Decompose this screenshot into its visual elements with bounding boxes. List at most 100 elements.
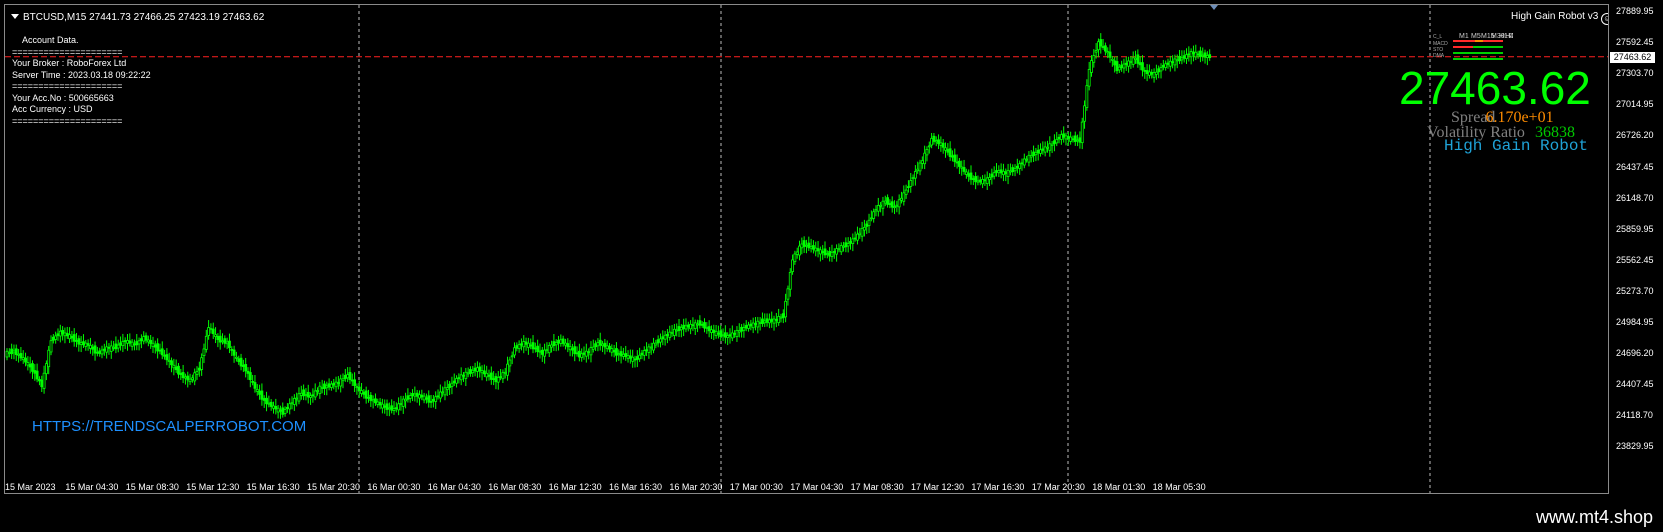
symbol-header[interactable]: BTCUSD,M15 27441.73 27466.25 27423.19 27… — [11, 12, 264, 23]
candle-body — [1064, 135, 1068, 140]
candle-body — [686, 324, 690, 328]
candle-body — [693, 322, 697, 329]
candle-body — [112, 346, 115, 349]
candle-body — [1175, 59, 1179, 62]
candle-body — [126, 340, 129, 344]
candle-body — [816, 248, 820, 252]
time-axis-label: 16 Mar 16:30 — [609, 482, 663, 492]
candle-body — [598, 339, 602, 346]
chart-window[interactable]: BTCUSD,M15 27441.73 27466.25 27423.19 27… — [4, 4, 1609, 494]
candle-body — [888, 203, 892, 205]
candle-body — [513, 347, 516, 356]
candle-body — [360, 390, 363, 394]
candle-body — [545, 349, 549, 352]
candle-body — [181, 372, 185, 379]
candle-body — [867, 219, 871, 226]
candle-body — [995, 170, 998, 173]
candle-body — [550, 344, 553, 348]
candle-body — [807, 242, 811, 249]
candle-body — [844, 242, 848, 248]
watermark-link[interactable]: HTTPS://TRENDSCALPERROBOT.COM — [32, 418, 306, 435]
candle-body — [761, 318, 764, 325]
candle-body — [860, 227, 864, 237]
candle-body — [510, 355, 514, 358]
candle-body — [656, 339, 660, 344]
price-axis-label: 24696.20 — [1616, 348, 1654, 359]
candle-body — [14, 348, 18, 355]
candle-body — [188, 378, 192, 383]
account-line: Your Acc.No : 500665663 — [12, 92, 114, 103]
candle-body — [1168, 60, 1172, 67]
candle-body — [506, 363, 509, 376]
candle-body — [978, 179, 982, 183]
candle-body — [318, 385, 322, 394]
candle-body — [1145, 70, 1149, 75]
candle-body — [635, 356, 639, 360]
candle-body — [1159, 67, 1163, 72]
candle-body — [1127, 60, 1130, 67]
candle-body — [930, 137, 934, 146]
candle-body — [35, 370, 39, 380]
candle-body — [31, 363, 34, 372]
candle-body — [105, 346, 109, 353]
candle-body — [1018, 163, 1022, 169]
candle-body — [798, 245, 801, 256]
candle-body — [795, 251, 799, 255]
candle-body — [1094, 50, 1098, 53]
candle-body — [445, 387, 449, 390]
candle-body — [274, 406, 278, 410]
candle-body — [473, 367, 477, 372]
candle-body — [846, 243, 850, 247]
candle-body — [515, 345, 519, 349]
candle-body — [448, 383, 452, 388]
candle-body — [1201, 54, 1205, 57]
candle-body — [267, 402, 271, 405]
candle-body — [1154, 71, 1158, 75]
candle-body — [596, 341, 600, 347]
price-axis-label: 23829.95 — [1616, 441, 1654, 452]
candle-body — [1205, 55, 1209, 59]
tf-label: M1 — [1459, 33, 1469, 40]
candle-body — [786, 288, 790, 300]
candle-body — [927, 145, 931, 148]
candle-body — [839, 245, 843, 253]
candle-body — [1113, 60, 1117, 66]
candle-body — [999, 169, 1003, 174]
candle-body — [1055, 139, 1059, 144]
candle-body — [591, 346, 595, 350]
candle-body — [385, 403, 389, 410]
candle-body — [1013, 168, 1017, 172]
candle-body — [805, 244, 808, 247]
candle-body — [997, 170, 1001, 174]
candle-body — [276, 407, 280, 413]
candle-body — [568, 346, 572, 351]
candle-body — [355, 386, 359, 389]
candle-body — [1092, 55, 1096, 63]
candle-body — [218, 335, 222, 343]
candle-body — [1150, 72, 1154, 75]
candle-body — [647, 346, 651, 353]
candle-body — [849, 241, 852, 244]
candle-body — [295, 397, 299, 400]
candle-body — [1039, 149, 1042, 154]
time-axis-label: 17 Mar 08:30 — [850, 482, 904, 492]
candle-body — [336, 382, 340, 384]
candle-body — [346, 374, 350, 379]
candle-body — [710, 329, 713, 333]
dropdown-triangle-icon[interactable] — [11, 14, 19, 19]
candle-body — [781, 313, 785, 319]
candle-body — [1006, 169, 1010, 177]
price-axis-label: 27014.95 — [1616, 99, 1654, 110]
candle-body — [135, 341, 139, 346]
candle-body — [1203, 52, 1207, 58]
candle-body — [955, 161, 959, 164]
smiley-icon[interactable]: ☺ — [1601, 13, 1608, 25]
candle-body — [334, 381, 338, 388]
candle-body — [737, 330, 741, 333]
time-axis-label: 17 Mar 20:30 — [1031, 482, 1085, 492]
candle-body — [89, 345, 92, 349]
candle-body — [1117, 66, 1121, 71]
candle-body — [974, 176, 978, 183]
candle-body — [65, 332, 69, 337]
candle-body — [730, 332, 734, 339]
